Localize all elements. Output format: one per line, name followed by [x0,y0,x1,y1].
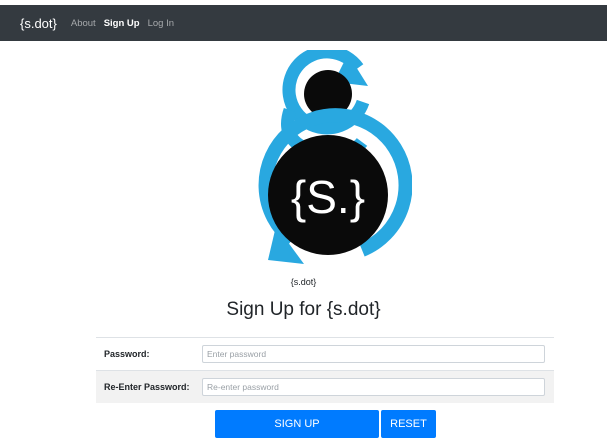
sdot-logo-icon: {S.} [258,45,413,264]
reenter-password-label: Re-Enter Password: [104,382,190,392]
page-title: Sign Up for {s.dot} [226,299,381,320]
sdot-logo: {S.} [240,45,413,272]
top-navbar: {s.dot} About Sign Up Log In [0,5,607,41]
nav-link-sign-up[interactable]: Sign Up [104,18,140,29]
logo-text: {S.} [291,171,365,223]
reenter-password-input[interactable] [202,378,545,396]
navbar-brand[interactable]: {s.dot} [20,16,57,31]
password-row: Password: [96,337,554,370]
password-input[interactable] [202,345,545,363]
password-label: Password: [104,349,150,359]
nav-link-about[interactable]: About [71,18,96,29]
logo-caption: {s.dot} [290,277,317,287]
reenter-password-row: Re-Enter Password: [96,370,554,403]
nav-link-log-in[interactable]: Log In [148,18,174,29]
reset-button[interactable]: RESET [381,410,436,438]
sign-up-button[interactable]: SIGN UP [215,410,379,438]
signup-form: Password: Re-Enter Password: [96,337,554,403]
